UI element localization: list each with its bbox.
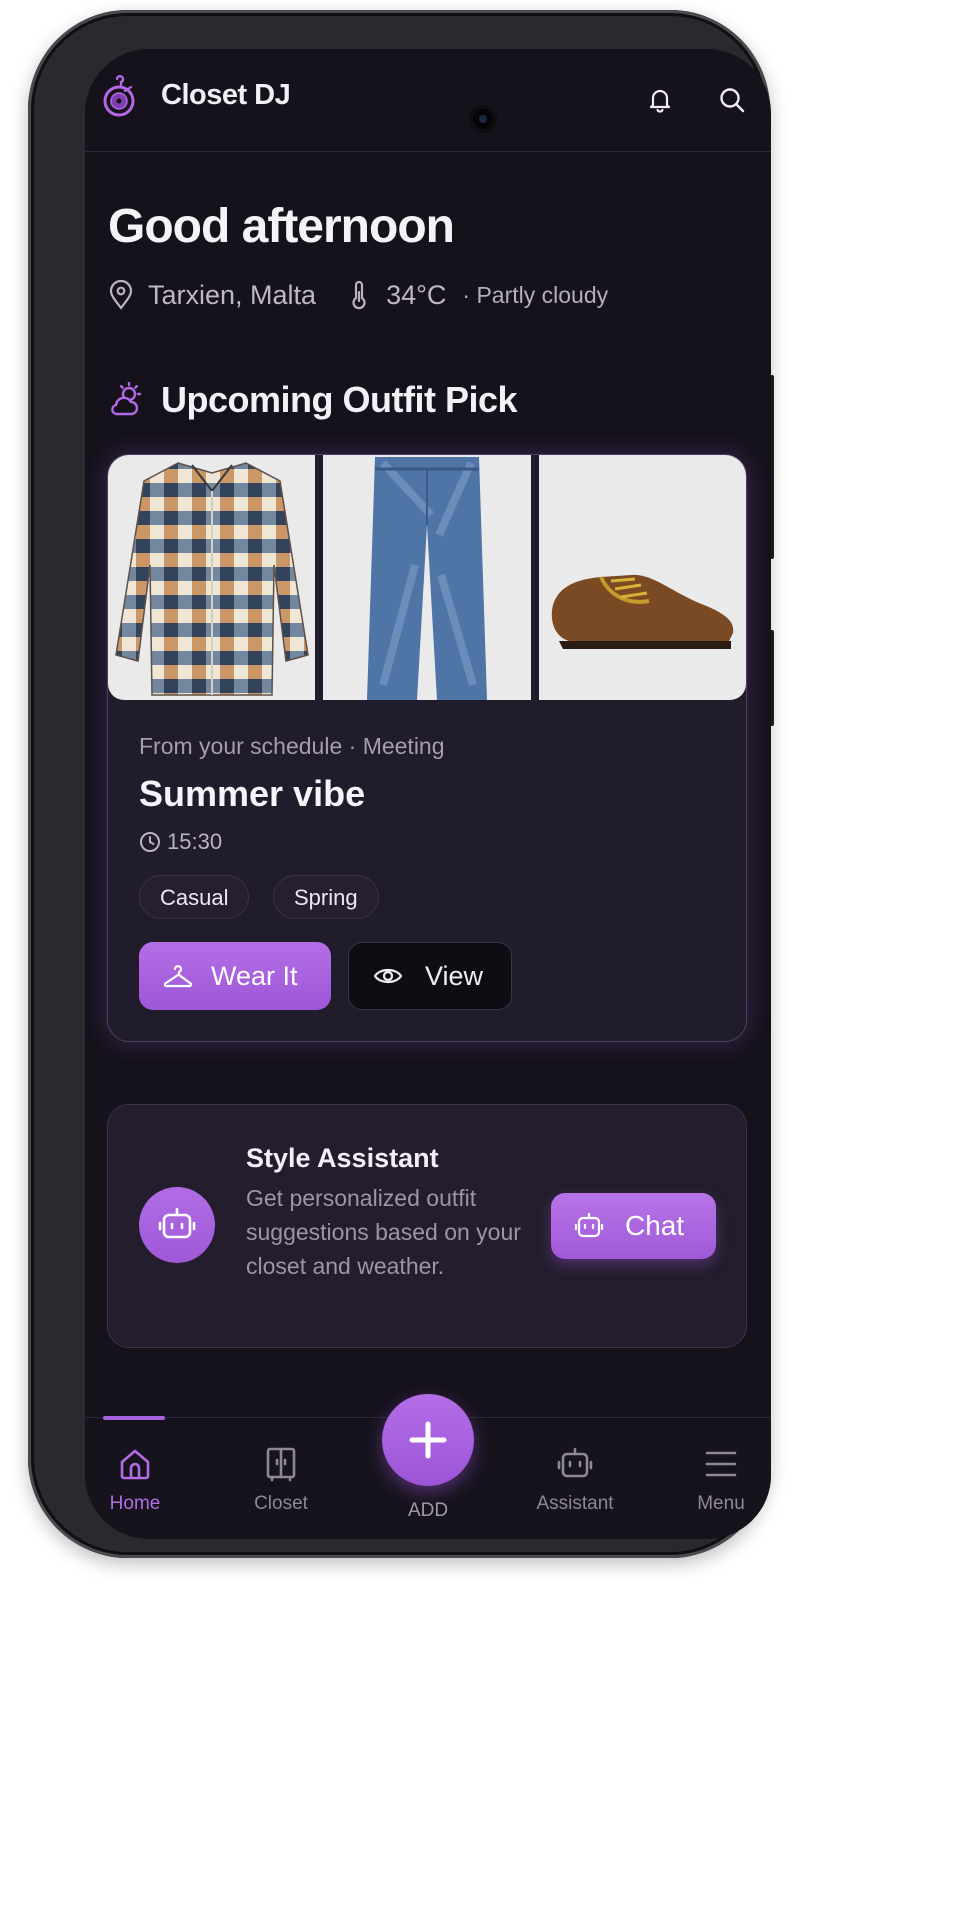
chat-button[interactable]: Chat bbox=[551, 1193, 716, 1259]
outfit-title: Summer vibe bbox=[139, 773, 366, 814]
app-title: Closet DJ bbox=[161, 79, 291, 111]
bell-icon[interactable] bbox=[645, 85, 675, 115]
closet-icon bbox=[266, 1447, 296, 1482]
outfit-subtitle: From your schedule · Meeting bbox=[139, 733, 445, 759]
menu-icon bbox=[705, 1451, 737, 1477]
temperature-text: 34°C bbox=[386, 279, 447, 310]
robot-icon bbox=[557, 1447, 593, 1478]
nav-assistant-label: Assistant bbox=[536, 1493, 614, 1514]
active-tab-indicator bbox=[103, 1416, 165, 1420]
weather-condition: · Partly cloudy bbox=[462, 281, 609, 308]
wear-it-button[interactable]: Wear It bbox=[139, 942, 331, 1010]
assistant-description: Get personalized outfit suggestions base… bbox=[246, 1185, 521, 1279]
view-button[interactable]: View bbox=[348, 942, 512, 1010]
section-title: Upcoming Outfit Pick bbox=[161, 379, 518, 420]
tag-chip-casual[interactable]: Casual bbox=[139, 875, 250, 919]
outfit-card[interactable]: From your schedule · Meeting Summer vibe… bbox=[107, 454, 747, 1042]
style-assistant-card: Style Assistant Get personalized outfit … bbox=[107, 1104, 747, 1348]
bottom-nav: Home Closet ADD Assistant Menu bbox=[85, 1394, 771, 1539]
nav-home[interactable]: Home bbox=[85, 1446, 185, 1515]
robot-icon bbox=[574, 1212, 604, 1238]
assistant-avatar bbox=[139, 1187, 215, 1263]
plus-icon bbox=[409, 1421, 447, 1459]
wear-it-label: Wear It bbox=[211, 960, 298, 991]
view-label: View bbox=[425, 960, 484, 991]
tag-chip-spring[interactable]: Spring bbox=[273, 875, 379, 919]
robot-icon bbox=[158, 1207, 196, 1239]
location-pin-icon bbox=[109, 280, 133, 310]
sun-cloud-icon bbox=[111, 382, 142, 416]
upcoming-section-header: Upcoming Outfit Pick bbox=[107, 379, 518, 421]
outfit-time-text: 15:30 bbox=[167, 829, 223, 854]
front-camera bbox=[469, 105, 497, 133]
outfit-time: 15:30 bbox=[139, 829, 222, 855]
clock-icon bbox=[140, 832, 160, 852]
jeans-image[interactable] bbox=[323, 455, 531, 700]
nav-add-label: ADD bbox=[407, 1500, 449, 1521]
greeting-heading: Good afternoon bbox=[108, 200, 455, 253]
hanger-icon bbox=[163, 965, 193, 988]
nav-closet[interactable]: Closet bbox=[231, 1446, 331, 1515]
shirt-image[interactable] bbox=[108, 455, 316, 700]
location-text: Tarxien, Malta bbox=[148, 279, 317, 310]
assistant-title: Style Assistant bbox=[246, 1143, 439, 1173]
search-icon[interactable] bbox=[717, 85, 747, 115]
chat-label: Chat bbox=[625, 1210, 685, 1241]
thermometer-icon bbox=[352, 280, 366, 310]
vinyl-hanger-logo-icon[interactable] bbox=[99, 73, 139, 117]
app-screen: Closet DJ Good afternoon Tarxien, Malta bbox=[85, 49, 771, 1539]
outfit-images bbox=[108, 455, 746, 700]
shoe-image[interactable] bbox=[538, 455, 746, 700]
add-fab-button[interactable] bbox=[382, 1394, 474, 1486]
weather-row: Tarxien, Malta 34°C · Partly cloudy bbox=[108, 277, 608, 313]
home-icon bbox=[120, 1449, 150, 1480]
nav-assistant[interactable]: Assistant bbox=[525, 1446, 625, 1515]
phone-frame: Closet DJ Good afternoon Tarxien, Malta bbox=[28, 10, 774, 1558]
nav-closet-label: Closet bbox=[254, 1493, 308, 1514]
nav-menu[interactable]: Menu bbox=[671, 1446, 771, 1515]
nav-home-label: Home bbox=[109, 1493, 161, 1514]
eye-icon bbox=[373, 968, 403, 984]
nav-menu-label: Menu bbox=[697, 1493, 745, 1514]
app-header: Closet DJ bbox=[85, 49, 771, 152]
